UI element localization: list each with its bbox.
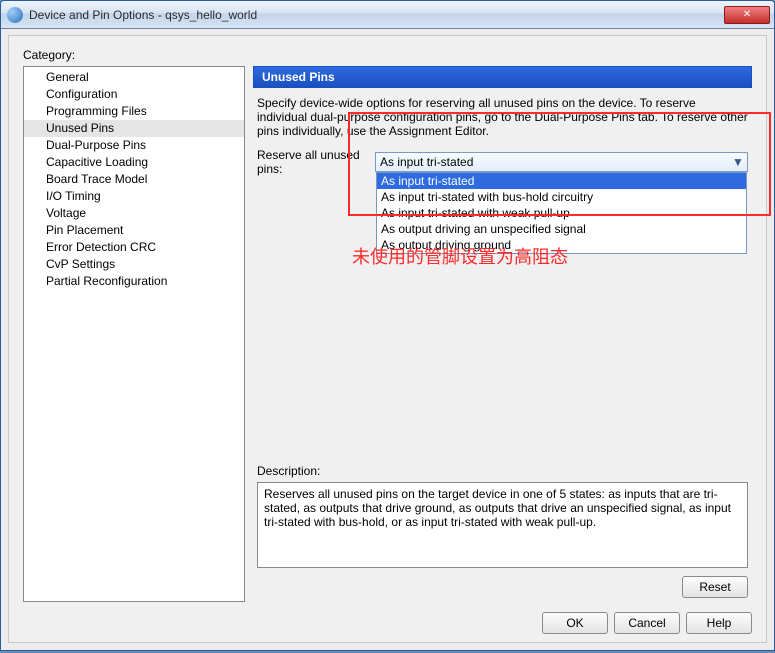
reset-button[interactable]: Reset	[682, 576, 748, 598]
client-area: Category: GeneralConfigurationProgrammin…	[8, 35, 767, 643]
category-item[interactable]: CvP Settings	[24, 256, 244, 273]
titlebar: Device and Pin Options - qsys_hello_worl…	[1, 1, 774, 29]
category-item[interactable]: Pin Placement	[24, 222, 244, 239]
category-item[interactable]: Board Trace Model	[24, 171, 244, 188]
dropdown-option[interactable]: As output driving an unspecified signal	[377, 221, 746, 237]
chevron-down-icon: ▼	[731, 155, 745, 169]
category-item[interactable]: Capacitive Loading	[24, 154, 244, 171]
category-item[interactable]: I/O Timing	[24, 188, 244, 205]
app-icon	[7, 7, 23, 23]
category-item[interactable]: Dual-Purpose Pins	[24, 137, 244, 154]
panel-instructions: Specify device-wide options for reservin…	[253, 88, 752, 144]
combo-value: As input tri-stated	[380, 155, 473, 169]
dropdown-option[interactable]: As input tri-stated	[377, 173, 746, 189]
reserve-label: Reserve all unused pins:	[257, 148, 375, 176]
reserve-row: Reserve all unused pins: As input tri-st…	[253, 144, 752, 180]
reserve-dropdown[interactable]: As input tri-statedAs input tri-stated w…	[376, 172, 747, 254]
right-panel: Unused Pins Specify device-wide options …	[253, 66, 752, 602]
help-button[interactable]: Help	[686, 612, 752, 634]
bottom-buttons: OK Cancel Help	[542, 612, 752, 634]
window-title: Device and Pin Options - qsys_hello_worl…	[29, 8, 722, 22]
dialog-window: Device and Pin Options - qsys_hello_worl…	[0, 0, 775, 651]
dropdown-option[interactable]: As input tri-stated with bus-hold circui…	[377, 189, 746, 205]
panel-header: Unused Pins	[253, 66, 752, 88]
dropdown-option[interactable]: As input tri-stated with weak pull-up	[377, 205, 746, 221]
category-item[interactable]: Unused Pins	[24, 120, 244, 137]
category-item[interactable]: Partial Reconfiguration	[24, 273, 244, 290]
reset-row: Reset	[253, 576, 752, 602]
ok-button[interactable]: OK	[542, 612, 608, 634]
reserve-combo[interactable]: As input tri-stated ▼ As input tri-state…	[375, 152, 748, 172]
category-item[interactable]: Configuration	[24, 86, 244, 103]
dropdown-option[interactable]: As output driving ground	[377, 237, 746, 253]
category-item[interactable]: Voltage	[24, 205, 244, 222]
category-label: Category:	[23, 48, 75, 62]
category-item[interactable]: General	[24, 69, 244, 86]
description-label: Description:	[253, 464, 752, 482]
cancel-button[interactable]: Cancel	[614, 612, 680, 634]
close-button[interactable]: ✕	[724, 6, 770, 24]
category-list[interactable]: GeneralConfigurationProgramming FilesUnu…	[23, 66, 245, 602]
category-item[interactable]: Programming Files	[24, 103, 244, 120]
window-buttons: ✕	[722, 6, 770, 24]
description-box: Reserves all unused pins on the target d…	[257, 482, 748, 568]
category-item[interactable]: Error Detection CRC	[24, 239, 244, 256]
